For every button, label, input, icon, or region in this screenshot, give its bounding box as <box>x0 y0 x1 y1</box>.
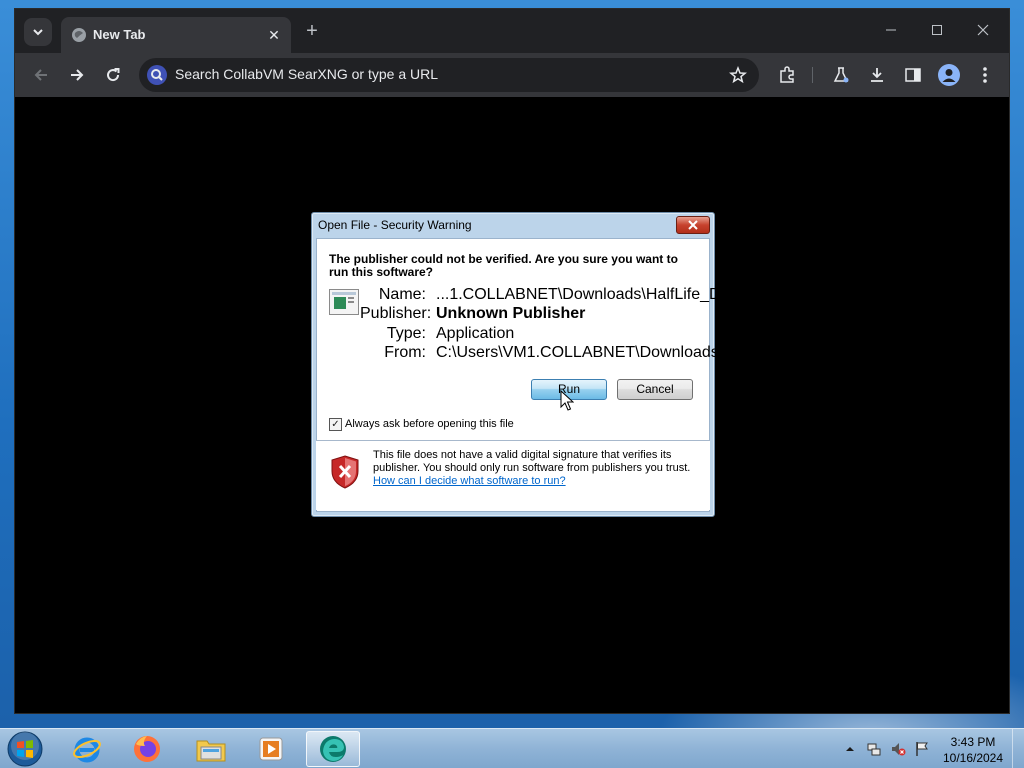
media-player-icon <box>259 737 283 761</box>
name-value: ...1.COLLABNET\Downloads\HalfLife_Day_On… <box>436 286 807 303</box>
type-value: Application <box>436 325 515 342</box>
toolbar-divider <box>812 67 813 83</box>
taskbar-media-player[interactable] <box>244 731 298 767</box>
warning-text: This file does not have a valid digital … <box>373 449 691 474</box>
taskbar-file-explorer[interactable] <box>184 731 238 767</box>
taskbar-edge-browser[interactable] <box>306 731 360 767</box>
desktop: New Tab ✕ + Search CollabVM SearXNG or t… <box>0 0 1024 768</box>
menu-button[interactable] <box>973 63 997 87</box>
taskbar-internet-explorer[interactable] <box>60 731 114 767</box>
type-label: Type: <box>386 325 426 342</box>
security-warning-dialog: Open File - Security Warning The publish… <box>311 212 807 517</box>
forward-button[interactable] <box>65 63 89 87</box>
chevron-up-icon <box>846 747 854 751</box>
minimize-button[interactable] <box>871 17 911 43</box>
tray-volume[interactable] <box>890 741 906 757</box>
from-value: C:\Users\VM1.COLLABNET\Downloads\HalfLif… <box>436 344 800 361</box>
internet-explorer-icon <box>73 737 101 763</box>
search-icon <box>147 65 167 85</box>
browser-toolbar <box>15 53 1009 97</box>
help-link[interactable]: How can I decide what software to run? <box>373 475 566 487</box>
tab-close-button[interactable]: ✕ <box>265 26 283 44</box>
edge-browser-icon <box>320 736 346 762</box>
address-bar[interactable] <box>139 58 759 92</box>
publisher-value: Unknown Publisher <box>436 305 586 322</box>
name-label: Name: <box>378 286 426 303</box>
tray-overflow-button[interactable] <box>842 741 858 757</box>
start-button[interactable] <box>6 730 46 768</box>
downloads-button[interactable] <box>865 63 889 87</box>
new-tab-button[interactable]: + <box>301 21 323 43</box>
browser-titlebar: New Tab ✕ + <box>15 9 1009 53</box>
taskbar-firefox[interactable] <box>120 731 174 767</box>
from-label: From: <box>384 344 426 361</box>
tab-search-button[interactable] <box>24 18 52 46</box>
tab-title: New Tab <box>93 27 146 42</box>
omnibox-input[interactable] <box>175 66 715 82</box>
taskbar: 3:43 PM 10/16/2024 <box>0 728 1024 768</box>
maximize-button[interactable] <box>917 17 957 43</box>
tab-new-tab[interactable]: New Tab ✕ <box>61 17 291 53</box>
puzzle-icon <box>780 66 794 83</box>
kebab-menu-icon <box>983 67 987 83</box>
tray-action-center[interactable] <box>914 741 930 757</box>
globe-icon <box>72 28 86 42</box>
mouse-cursor-icon <box>560 390 574 411</box>
volume-muted-icon <box>892 743 906 756</box>
system-clock[interactable]: 3:43 PM 10/16/2024 <box>938 734 1008 766</box>
clock-time: 3:43 PM <box>950 735 996 749</box>
arrow-right-icon <box>71 69 84 81</box>
cancel-button[interactable]: Cancel <box>617 379 693 400</box>
maximize-icon <box>932 25 942 35</box>
clock-date: 10/16/2024 <box>942 751 1004 765</box>
file-info-fields: Name: ...1.COLLABNET\Downloads\HalfLife_… <box>312 213 807 516</box>
always-ask-checkbox[interactable]: ✓ <box>329 418 342 431</box>
firefox-icon <box>134 736 160 762</box>
file-explorer-icon <box>196 740 226 762</box>
flask-icon <box>833 67 849 83</box>
close-window-button[interactable] <box>963 17 1003 43</box>
side-panel-button[interactable] <box>901 63 925 87</box>
always-ask-label: Always ask before opening this file <box>345 418 514 430</box>
bookmark-star-icon[interactable] <box>729 66 747 84</box>
side-panel-icon <box>905 68 921 82</box>
labs-button[interactable] <box>829 63 853 87</box>
tray-network[interactable] <box>866 741 882 757</box>
publisher-label: Publisher: <box>360 305 432 322</box>
minimize-icon <box>886 29 896 31</box>
profile-button[interactable] <box>937 63 961 87</box>
chevron-down-icon <box>33 29 43 36</box>
shield-warning-icon <box>331 455 359 489</box>
back-button[interactable] <box>29 63 53 87</box>
warning-area: This file does not have a valid digital … <box>316 441 710 510</box>
download-icon <box>871 68 883 82</box>
reload-button[interactable] <box>101 63 125 87</box>
extensions-button[interactable] <box>775 63 799 87</box>
show-desktop-button[interactable] <box>1012 729 1024 768</box>
windows-start-orb-icon <box>7 731 43 767</box>
close-icon <box>977 24 989 36</box>
arrow-left-icon <box>34 69 47 81</box>
avatar-icon <box>938 64 960 86</box>
flag-icon <box>916 742 928 756</box>
reload-icon <box>107 68 120 82</box>
network-icon <box>867 743 881 756</box>
